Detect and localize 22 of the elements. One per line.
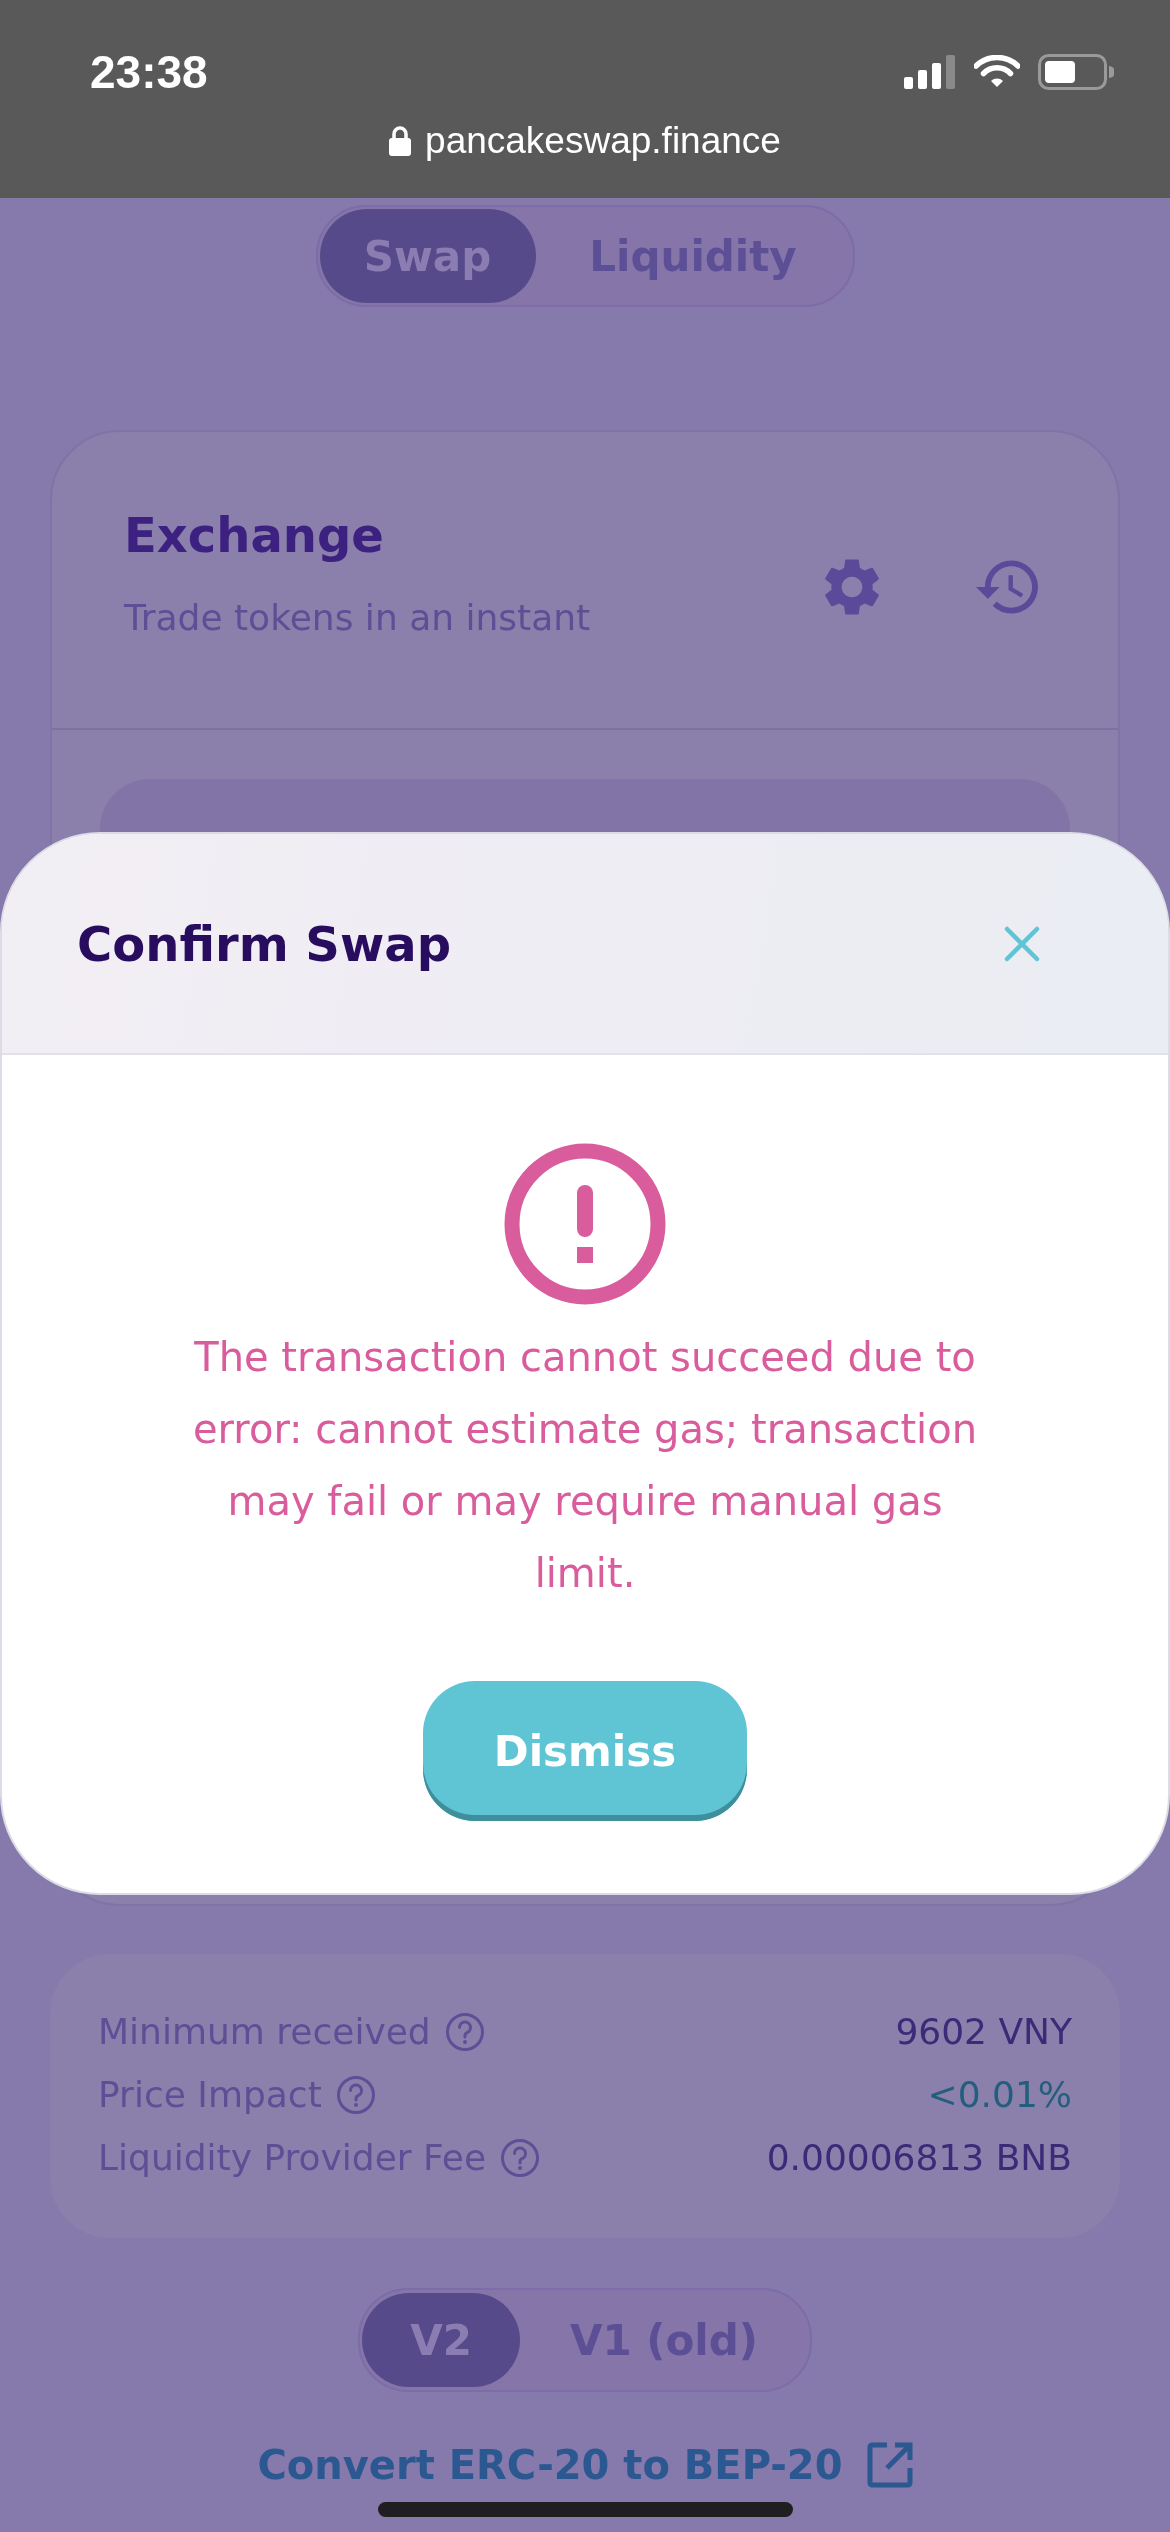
card-title: Exchange: [124, 506, 384, 563]
url-text[interactable]: pancakeswap.finance: [425, 120, 781, 162]
detail-value: 9602 VNY: [895, 2011, 1072, 2052]
error-message: The transaction cannot succeed due to error: cannot estimate gas; transaction may fail or may require manual gas limit.: [192, 1333, 978, 1598]
settings-icon[interactable]: [824, 558, 880, 616]
dismiss-button[interactable]: Dismiss: [423, 1681, 747, 1821]
close-icon[interactable]: [1004, 925, 1040, 962]
history-icon[interactable]: [976, 560, 1038, 614]
lock-icon: [389, 126, 412, 156]
external-link-icon[interactable]: [866, 2442, 913, 2488]
help-icon[interactable]: [444, 2011, 485, 2052]
help-icon[interactable]: [500, 2137, 541, 2178]
signal-icon: [904, 55, 956, 89]
wifi-icon: [974, 55, 1020, 89]
battery-icon: [1038, 54, 1114, 90]
dialog-title: Confirm Swap: [77, 915, 451, 972]
detail-value: <0.01%: [927, 2074, 1072, 2115]
bridge-link[interactable]: Convert ERC-20 to BEP-20: [257, 2442, 843, 2488]
detail-value: 0.00006813 BNB: [766, 2137, 1072, 2178]
status-time: 23:38: [90, 45, 208, 99]
help-icon[interactable]: [335, 2074, 376, 2115]
warning-icon: [504, 1143, 666, 1305]
